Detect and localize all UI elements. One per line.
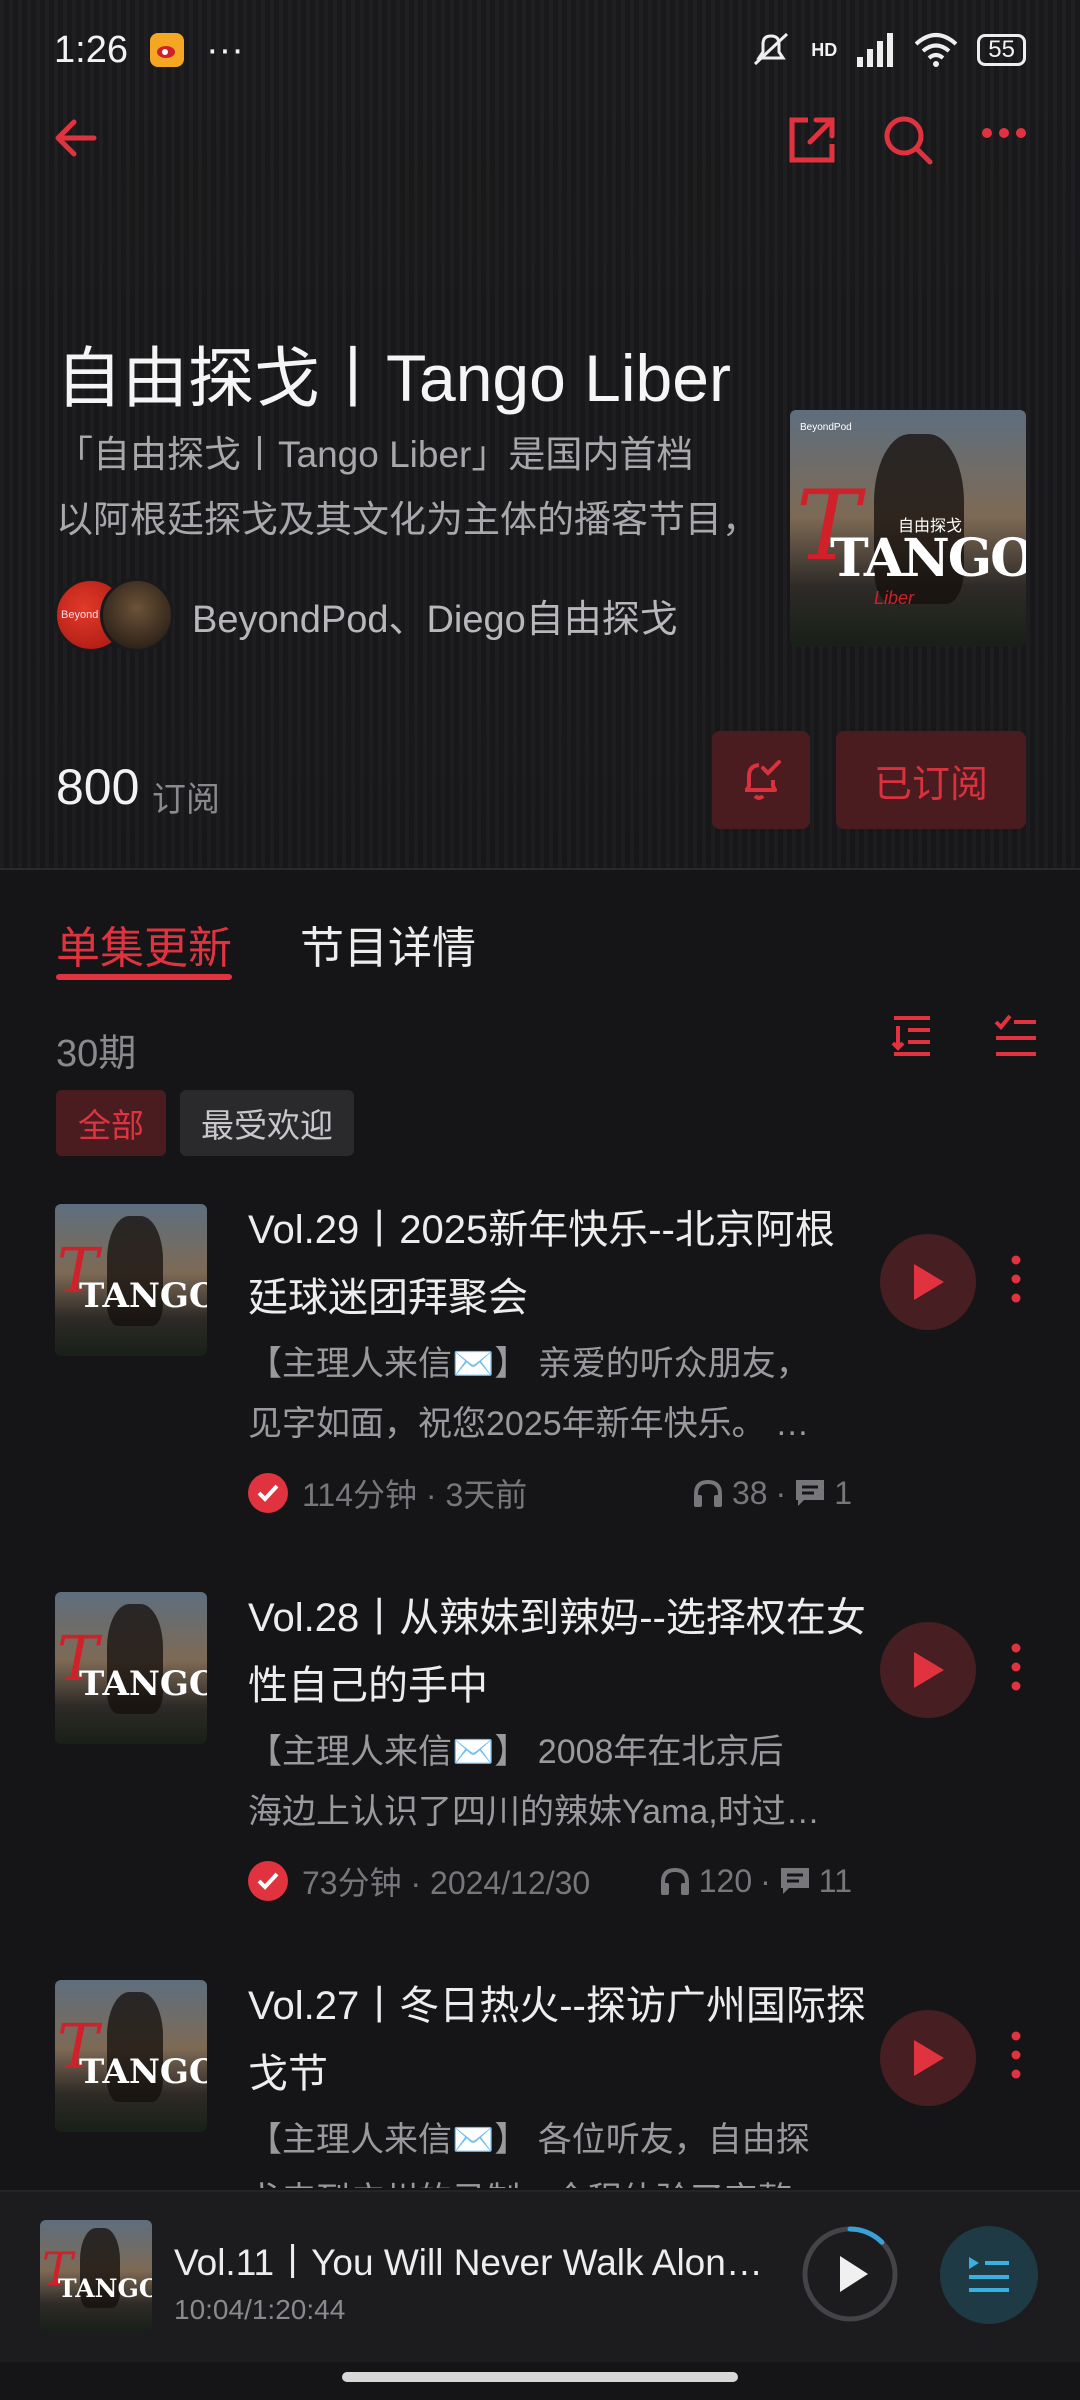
subscriber-label: 订阅 [152, 781, 220, 819]
home-indicator[interactable] [342, 2372, 738, 2382]
comment-icon [780, 1868, 809, 1894]
episode-title[interactable]: Vol.27丨冬日热火--探访广州国际探戈节 [248, 1980, 868, 2108]
episode-title[interactable]: Vol.28丨从辣妹到辣妈--选择权在女性自己的手中 [248, 1584, 868, 1720]
played-check-icon [248, 1861, 288, 1901]
filter-most-popular[interactable]: 最受欢迎 [180, 1090, 354, 1156]
podcast-cover[interactable]: BeyondPod 自由探戈 T TANGO Liber [790, 410, 1026, 646]
active-tab-indicator [56, 974, 232, 980]
share-icon[interactable] [786, 114, 838, 166]
episode-more-icon[interactable] [1010, 2030, 1022, 2080]
multi-select-icon[interactable] [994, 1012, 1038, 1060]
sort-order-icon[interactable] [890, 1012, 934, 1060]
episode-more-icon[interactable] [1010, 1642, 1022, 1692]
tab-episodes[interactable]: 单集更新 [56, 912, 232, 976]
subscriber-count: 800 [56, 759, 140, 815]
play-icon [914, 1264, 944, 1300]
player-cover[interactable]: T TANGO [40, 2220, 152, 2332]
comment-count: 11 [818, 1862, 852, 1899]
filter-all[interactable]: 全部 [56, 1090, 166, 1156]
play-icon [914, 2040, 944, 2076]
episode-play-button[interactable] [880, 1234, 976, 1330]
weibo-icon [149, 33, 184, 67]
episode-duration-date: 73分钟 · 2024/12/30 [302, 1865, 591, 1901]
episode-description: 【主理人来信✉️】 各位听友，自由探 戈来到广州的录制，全程体验了完整的… [248, 2121, 848, 2188]
episode-play-button[interactable] [880, 2010, 976, 2106]
play-icon [914, 1652, 944, 1688]
episode-description: 【主理人来信✉️】 2008年在北京后 海边上认识了四川的辣妹Yama,时过境迁… [248, 1733, 848, 1831]
status-bar: 1:26 ··· HD 55 [0, 0, 1080, 100]
search-icon[interactable] [880, 112, 936, 168]
network-type: HD [811, 39, 838, 60]
playlist-icon [969, 2257, 1009, 2292]
headphones-icon [693, 1479, 722, 1507]
episode-count: 30期 [56, 1033, 137, 1075]
episode-cover[interactable]: T TANGO [55, 1980, 207, 2132]
episode-description: 【主理人来信✉️】 亲爱的听众朋友， 见字如面，祝您2025年新年快乐。 … [248, 1345, 810, 1443]
episode-meta: 114分钟 · 3天前 38 · 1 [248, 1470, 852, 1516]
episode-more-icon[interactable] [1010, 1254, 1022, 1304]
episode-item[interactable]: T TANGO Vol.29丨2025新年快乐--北京阿根廷球迷团拜聚会 【主理… [0, 1204, 1080, 1564]
playlist-button[interactable] [940, 2226, 1038, 2324]
mini-player[interactable]: T TANGO Vol.11丨You Will Never Walk Alone… [0, 2190, 1080, 2362]
episode-cover[interactable]: T TANGO [55, 1204, 207, 1356]
mute-icon [754, 32, 789, 66]
episode-duration-date: 114分钟 · 3天前 [302, 1477, 528, 1513]
battery-indicator: 55 [977, 34, 1026, 66]
episode-item[interactable]: T TANGO Vol.28丨从辣妹到辣妈--选择权在女性自己的手中 【主理人来… [0, 1592, 1080, 1952]
subscribed-button[interactable]: 已订阅 [836, 731, 1026, 829]
notification-bell-button[interactable] [712, 731, 810, 829]
episode-cover[interactable]: T TANGO [55, 1592, 207, 1744]
bell-check-icon [745, 760, 781, 800]
episode-title[interactable]: Vol.29丨2025新年快乐--北京阿根廷球迷团拜聚会 [248, 1196, 868, 1332]
description-line-1: 「自由探戈丨Tango Liber」是国内首档 [56, 434, 694, 475]
played-check-icon [248, 1473, 288, 1513]
status-more-dots: ··· [205, 28, 244, 71]
episode-play-button[interactable] [880, 1622, 976, 1718]
podcast-title: 自由探戈丨Tango Liber [56, 341, 731, 415]
author-names: BeyondPod、Diego自由探戈 [192, 598, 678, 641]
player-time: 10:04/1:20:44 [174, 2294, 346, 2325]
status-time: 1:26 [54, 28, 128, 71]
comment-icon [796, 1480, 825, 1506]
tab-details[interactable]: 节目详情 [300, 912, 476, 976]
listen-count: 120 [698, 1862, 753, 1899]
headphones-icon [660, 1867, 689, 1895]
comment-count: 1 [834, 1474, 852, 1511]
description-line-2: 以阿根廷探戈及其文化为主体的播客节目， [56, 499, 759, 540]
back-arrow-icon[interactable] [50, 112, 102, 164]
top-action-bar [0, 100, 1080, 180]
authors-row[interactable]: Beyond Pod BeyondPod、Diego自由探戈 [54, 578, 678, 652]
podcast-description[interactable]: 「自由探戈丨Tango Liber」是国内首档 以阿根廷探戈及其文化为主体的播客… [56, 422, 766, 552]
wifi-icon [914, 33, 958, 67]
listen-count: 38 [731, 1474, 768, 1511]
player-episode-title[interactable]: Vol.11丨You Will Never Walk Alone … [174, 2232, 764, 2286]
signal-icon [857, 33, 894, 67]
player-play-button[interactable] [800, 2224, 900, 2324]
more-options-icon[interactable] [980, 126, 1028, 140]
avatar-diego[interactable] [100, 578, 174, 652]
episode-item[interactable]: T TANGO Vol.27丨冬日热火--探访广州国际探戈节 【主理人来信✉️】… [0, 1980, 1080, 2188]
episode-meta: 73分钟 · 2024/12/30 120 · 11 [248, 1858, 852, 1904]
section-divider [0, 868, 1080, 870]
